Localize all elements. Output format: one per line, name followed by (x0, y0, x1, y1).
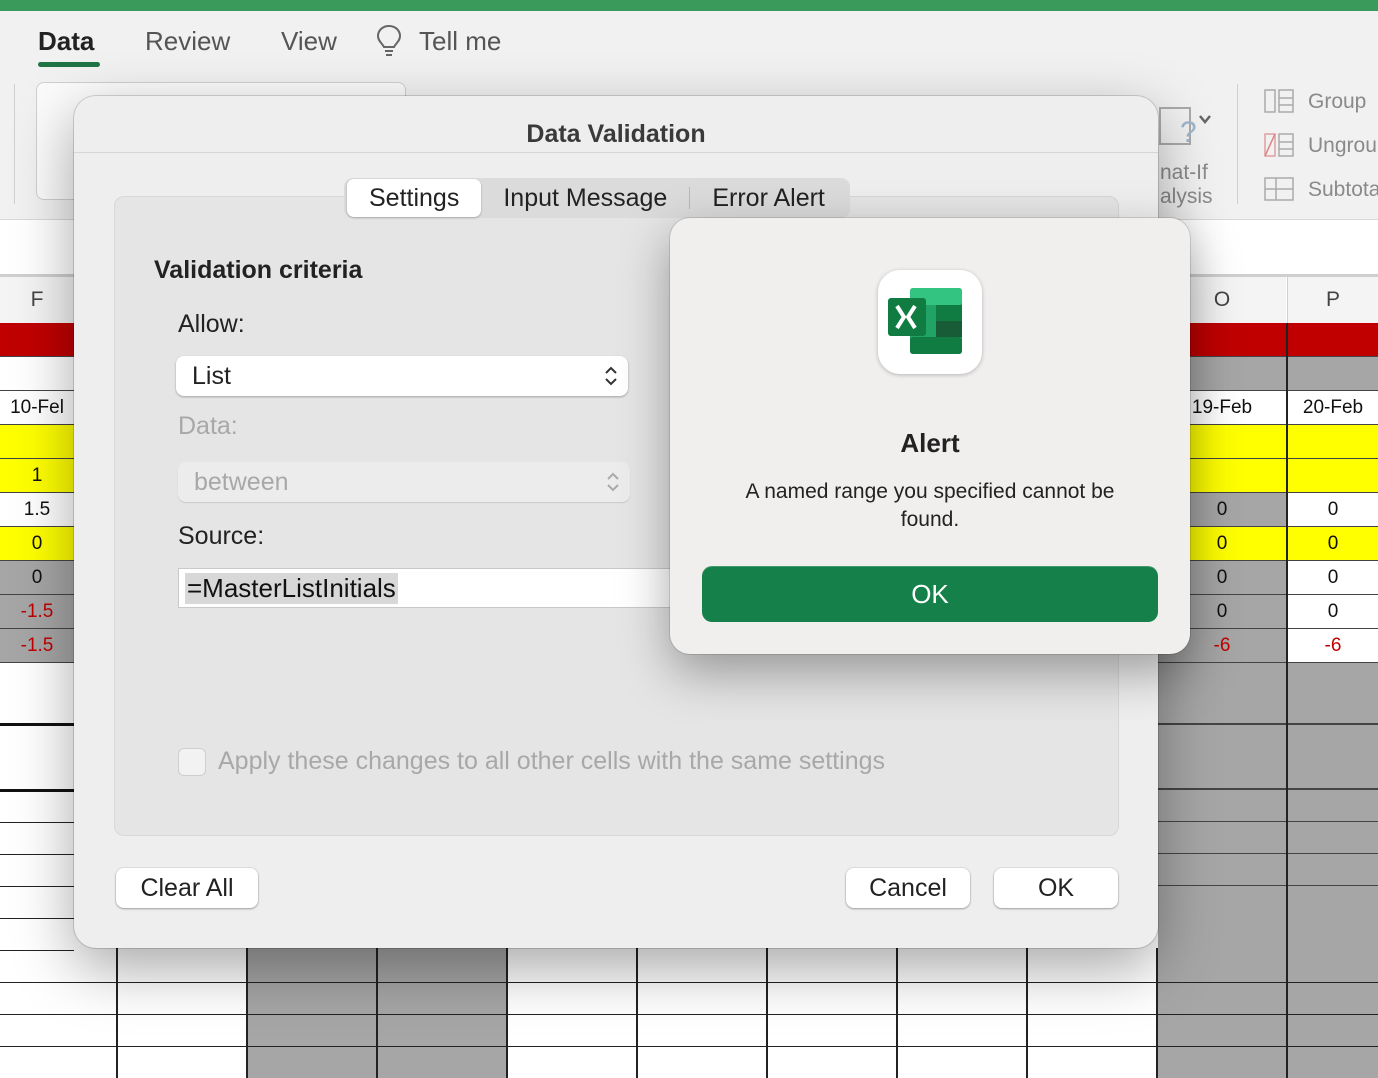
dialog-title: Data Validation (526, 120, 706, 148)
alert-title: Alert (900, 428, 960, 458)
empty-cells (1158, 663, 1286, 948)
allow-select[interactable]: List (176, 356, 628, 396)
apply-all-label: Apply these changes to all other cells w… (218, 747, 886, 775)
alert-dialog: Alert A named range you specified cannot… (670, 218, 1190, 654)
validation-criteria-heading: Validation criteria (154, 256, 363, 284)
excel-logo-graphic (888, 288, 962, 354)
group-icon (1264, 89, 1294, 113)
group-button[interactable]: Group (1308, 90, 1366, 114)
tab-input-message[interactable]: Input Message (481, 179, 689, 217)
tab-settings[interactable]: Settings (347, 179, 482, 217)
cell[interactable]: -6 (1288, 629, 1378, 663)
column-f-cells: 10-Fel 1 1.5 0 0 -1.5 -1.5 (0, 323, 74, 663)
tell-me-search[interactable]: Tell me (419, 26, 501, 57)
ok-button[interactable]: OK (994, 868, 1118, 908)
active-tab-indicator (38, 62, 100, 67)
cell[interactable]: 0 (0, 561, 74, 595)
source-label: Source: (178, 522, 265, 550)
allow-select-value: List (192, 361, 231, 390)
ungroup-icon (1264, 133, 1294, 157)
apply-all-checkbox[interactable] (178, 748, 206, 776)
alert-ok-button[interactable]: OK (702, 566, 1158, 622)
cell[interactable] (0, 425, 74, 459)
cell[interactable] (1288, 459, 1378, 493)
cell[interactable]: 0 (1288, 561, 1378, 595)
what-if-label-2: alysis (1160, 185, 1213, 208)
column-divider (1287, 277, 1288, 323)
cell[interactable]: 20-Feb (1288, 391, 1378, 425)
column-header-p[interactable]: P (1288, 277, 1378, 324)
cell[interactable]: 0 (1288, 527, 1378, 561)
column-p-cells: 20-Feb 0 0 0 0 -6 (1288, 323, 1378, 663)
source-input[interactable]: =MasterListInitials (178, 568, 688, 608)
tab-review[interactable]: Review (145, 26, 230, 57)
column-gridline (1286, 323, 1288, 948)
cell[interactable] (0, 357, 74, 391)
cell[interactable] (1288, 425, 1378, 459)
clear-all-button[interactable]: Clear All (116, 868, 258, 908)
what-if-analysis-icon[interactable]: ? (1158, 104, 1214, 154)
cell[interactable] (1288, 357, 1378, 391)
up-down-chevron-icon (607, 472, 619, 492)
cell[interactable]: 1.5 (0, 493, 74, 527)
subtotal-icon (1264, 177, 1294, 201)
cell[interactable]: 0 (0, 527, 74, 561)
cell[interactable] (1288, 323, 1378, 357)
lightbulb-icon (376, 24, 402, 56)
tab-view[interactable]: View (281, 26, 337, 57)
cell[interactable]: 1 (0, 459, 74, 493)
column-header-f[interactable]: F (0, 277, 74, 324)
alert-message: A named range you specified cannot be fo… (745, 480, 1115, 531)
allow-label: Allow: (178, 310, 245, 338)
cancel-button[interactable]: Cancel (846, 868, 970, 908)
cell[interactable] (0, 323, 74, 357)
title-separator (74, 152, 1158, 153)
svg-text:?: ? (1180, 116, 1197, 149)
ungroup-button[interactable]: Ungrou (1308, 134, 1377, 158)
cell[interactable]: 0 (1288, 595, 1378, 629)
data-select[interactable]: between (178, 462, 630, 502)
cell[interactable]: 10-Fel (0, 391, 74, 425)
ribbon-divider (1237, 84, 1238, 204)
dialog-tabs: Settings Input Message Error Alert (344, 178, 850, 218)
subtotal-button[interactable]: Subtota (1308, 178, 1378, 202)
cell[interactable]: -1.5 (0, 595, 74, 629)
empty-cells (1288, 663, 1378, 948)
cell[interactable]: 0 (1288, 493, 1378, 527)
data-select-value: between (194, 467, 289, 496)
up-down-chevron-icon (605, 366, 617, 386)
tab-data[interactable]: Data (38, 26, 94, 57)
what-if-label-1: nat-If (1160, 161, 1208, 184)
ribbon-divider (14, 84, 15, 204)
data-label: Data: (178, 412, 238, 440)
title-bar-accent (0, 0, 1378, 11)
sheet-grid-bottom (0, 948, 1378, 1078)
cell[interactable]: -1.5 (0, 629, 74, 663)
source-input-value: =MasterListInitials (185, 572, 398, 604)
tab-error-alert[interactable]: Error Alert (690, 179, 847, 217)
excel-icon (878, 270, 982, 374)
